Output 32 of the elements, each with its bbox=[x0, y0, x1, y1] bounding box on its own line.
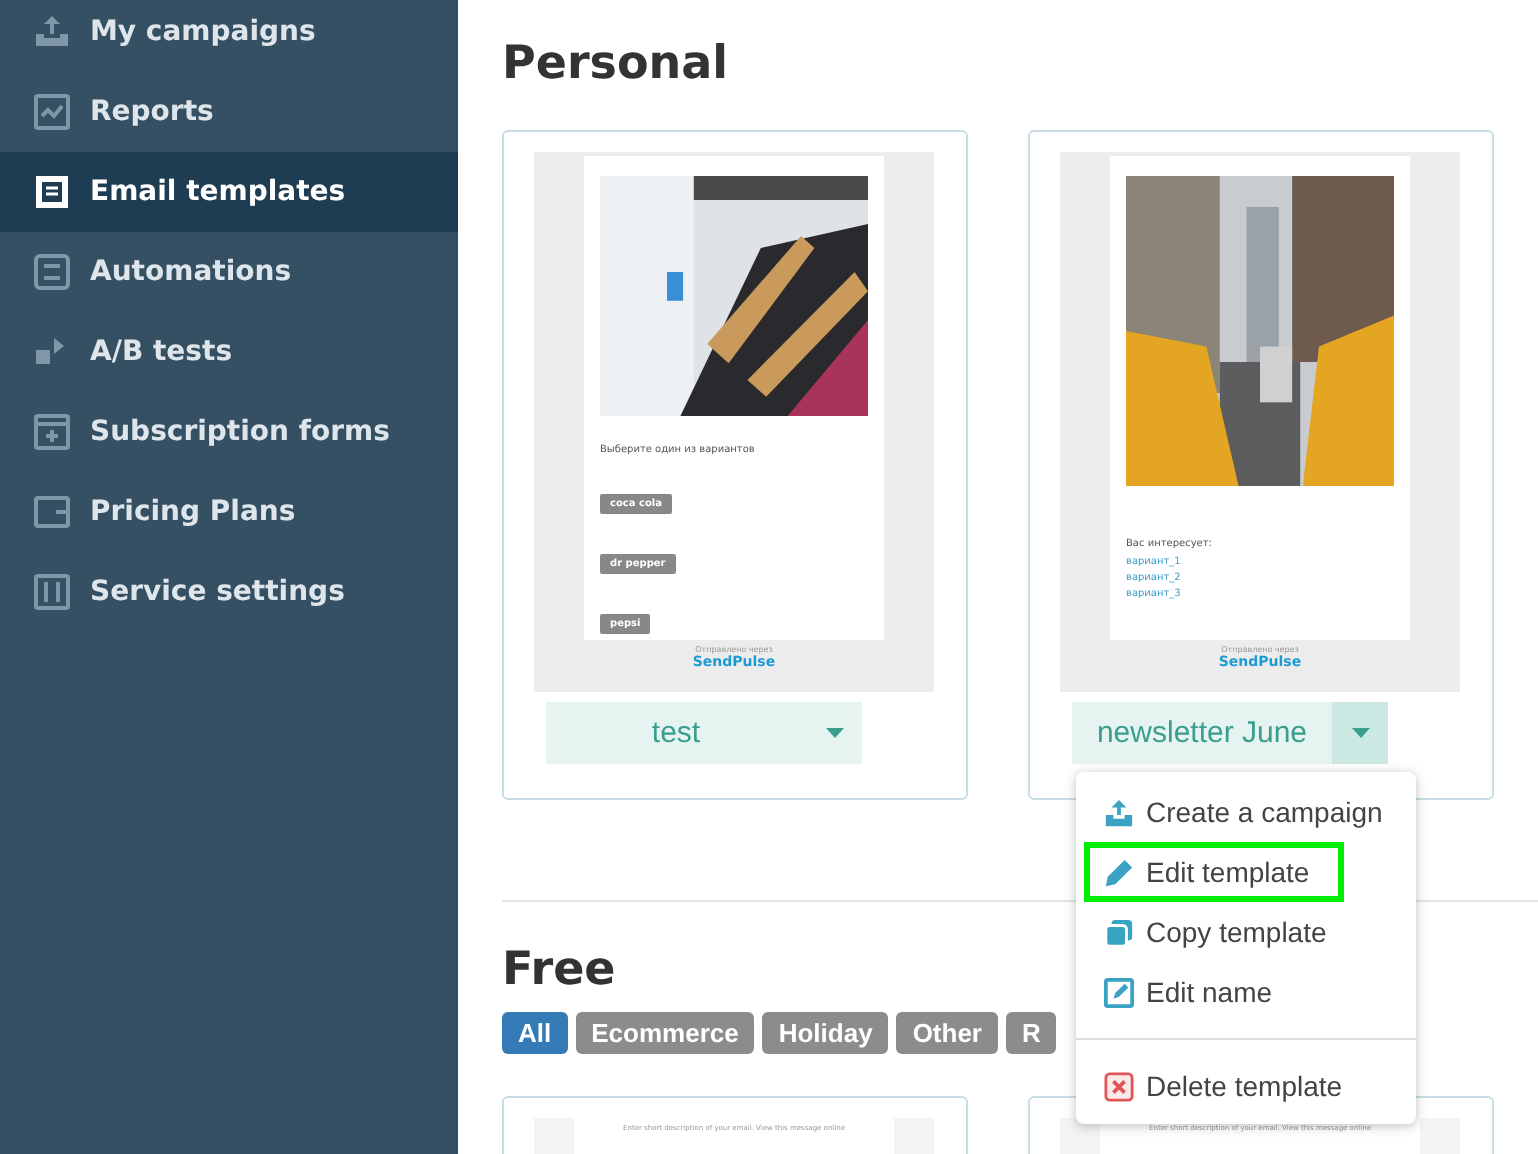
dropdown-toggle[interactable] bbox=[1332, 702, 1388, 764]
section-heading: Personal bbox=[502, 36, 729, 94]
flow-icon bbox=[34, 254, 70, 290]
menu-item[interactable]: Edit name bbox=[1076, 962, 1416, 1022]
filter-tag[interactable]: All bbox=[502, 1012, 568, 1054]
menu-item[interactable]: Copy template bbox=[1076, 902, 1416, 962]
sidebar-item[interactable]: My campaigns bbox=[0, 0, 458, 72]
menu-item[interactable]: Create a campaign bbox=[1076, 782, 1416, 842]
sidebar-item[interactable]: Reports bbox=[0, 72, 458, 152]
sidebar-item[interactable]: Service settings bbox=[0, 552, 458, 632]
form-icon bbox=[34, 414, 70, 450]
menu-item[interactable]: Delete template bbox=[1076, 1056, 1416, 1116]
section-heading: Free bbox=[502, 942, 616, 1000]
pencil-icon bbox=[1104, 857, 1134, 887]
sidebar-item[interactable]: Pricing Plans bbox=[0, 472, 458, 552]
edit-icon bbox=[1104, 977, 1134, 1007]
document-icon bbox=[34, 174, 70, 210]
dropdown-toggle[interactable] bbox=[806, 702, 862, 764]
caret-icon bbox=[825, 728, 843, 738]
delete-icon bbox=[1104, 1071, 1134, 1101]
sidebar-item[interactable]: Automations bbox=[0, 232, 458, 312]
sidebar-item[interactable]: Subscription forms bbox=[0, 392, 458, 472]
sliders-icon bbox=[34, 574, 70, 610]
copy-icon bbox=[1104, 917, 1134, 947]
upload-tray-icon bbox=[34, 14, 70, 50]
chart-icon bbox=[34, 94, 70, 130]
wallet-icon bbox=[34, 494, 70, 530]
sidebar-item[interactable]: Email templates bbox=[0, 152, 458, 232]
menu-item[interactable]: Edit template bbox=[1084, 842, 1344, 902]
upload-tray-icon bbox=[1104, 797, 1134, 827]
caret-icon bbox=[1351, 728, 1369, 738]
sidebar-item[interactable]: A/B tests bbox=[0, 312, 458, 392]
